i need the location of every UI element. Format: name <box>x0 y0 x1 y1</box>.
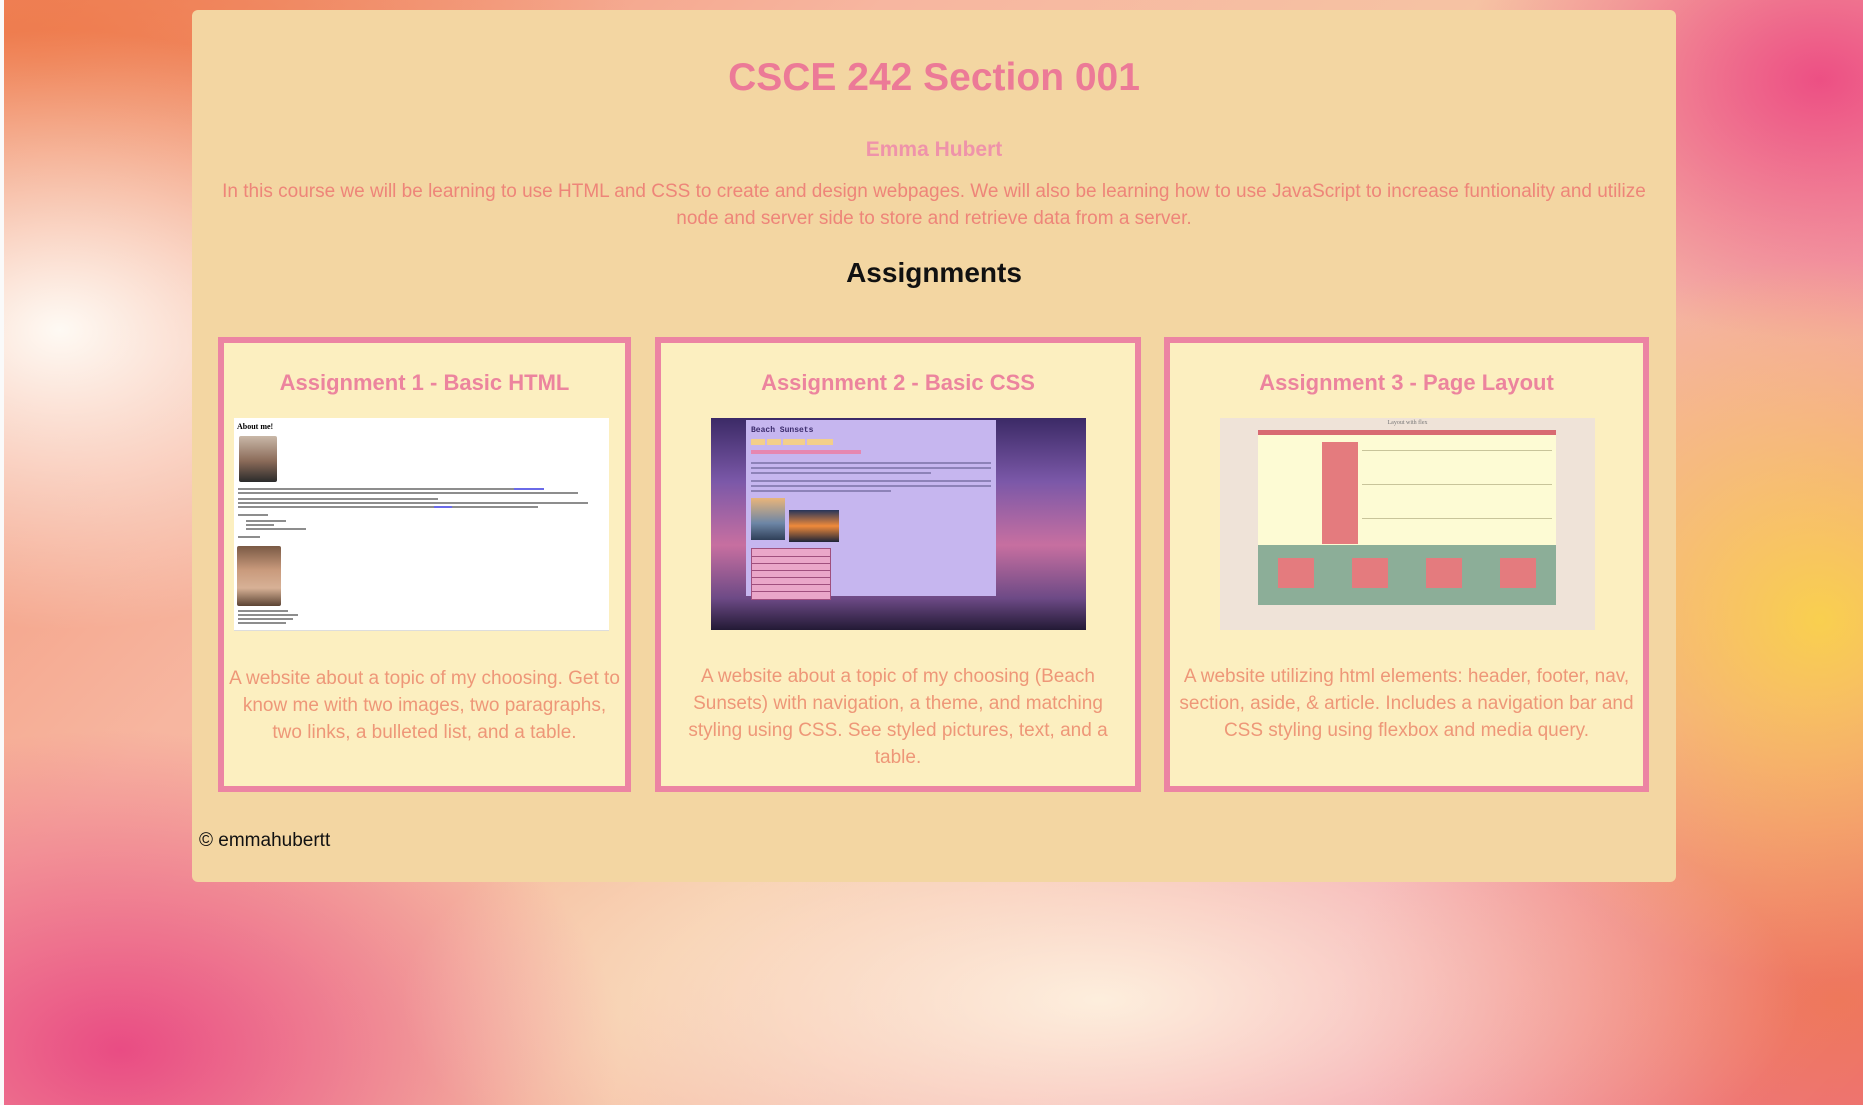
subheading-bar <box>751 450 861 454</box>
text-line <box>238 502 588 504</box>
sunset-photo <box>789 510 839 542</box>
nav-item <box>767 439 781 445</box>
table-row-line <box>752 584 830 585</box>
table-row-line <box>752 563 830 564</box>
text-link <box>514 488 544 490</box>
text-line <box>246 528 306 530</box>
page-footer: © emmahubertt <box>199 830 331 851</box>
assignment-2-title: Assignment 2 - Basic CSS <box>761 370 1035 395</box>
footer-box <box>1352 558 1388 588</box>
assignment-card-1[interactable]: Assignment 1 - Basic HTML About me! A we… <box>218 337 631 792</box>
assignment-3-description: A website utilizing html elements: heade… <box>1179 666 1634 741</box>
text-line <box>751 467 991 469</box>
friends-photo <box>237 546 281 606</box>
footer-box <box>1278 558 1314 588</box>
portrait-photo <box>239 436 277 482</box>
course-title: CSCE 242 Section 001 <box>728 56 1140 99</box>
text-line <box>246 520 286 522</box>
table-row-line <box>752 591 830 592</box>
text-line <box>238 614 298 616</box>
text-line <box>751 490 891 492</box>
text-line <box>238 506 538 508</box>
table-row-line <box>752 570 830 571</box>
assignment-3-thumbnail: Layout with flex <box>1220 418 1595 630</box>
nav-item <box>751 439 765 445</box>
window-left-edge <box>0 0 4 1105</box>
thumbnail-heading: Layout with flex <box>1387 420 1428 426</box>
course-intro: In this course we will be learning to us… <box>222 181 1646 229</box>
text-line <box>238 498 438 500</box>
text-line <box>238 536 260 538</box>
text-line <box>751 462 991 464</box>
layout-aside <box>1322 442 1358 544</box>
text-line <box>1362 450 1552 451</box>
text-line <box>1362 484 1552 485</box>
text-line <box>1362 518 1552 519</box>
assignment-1-description: A website about a topic of my choosing. … <box>229 668 620 743</box>
assignment-card-2[interactable]: Assignment 2 - Basic CSS Beach Sunsets A… <box>655 337 1141 792</box>
sunset-photo <box>751 498 785 540</box>
text-line <box>238 492 578 494</box>
text-line <box>238 610 288 612</box>
text-line <box>238 488 528 490</box>
assignment-1-title: Assignment 1 - Basic HTML <box>279 370 570 395</box>
assignment-card-3[interactable]: Assignment 3 - Page Layout Layout with f… <box>1164 337 1649 792</box>
author-name: Emma Hubert <box>865 138 1003 161</box>
thumbnail-heading: About me! <box>237 422 274 431</box>
footer-box <box>1426 558 1462 588</box>
assignment-3-title: Assignment 3 - Page Layout <box>1259 370 1554 395</box>
footer-box <box>1500 558 1536 588</box>
table-row-line <box>752 556 830 557</box>
assignments-heading: Assignments <box>846 257 1022 288</box>
layout-main <box>1258 435 1556 545</box>
text-link <box>434 506 452 508</box>
assignment-2-thumbnail: Beach Sunsets <box>711 418 1086 630</box>
thumbnail-heading: Beach Sunsets <box>751 426 814 435</box>
text-line <box>246 524 274 526</box>
sunset-table <box>751 548 831 600</box>
nav-item <box>807 439 833 445</box>
text-line <box>751 480 991 482</box>
text-line <box>238 618 293 620</box>
assignment-1-thumbnail: About me! <box>234 418 609 631</box>
text-line <box>751 485 991 487</box>
content-panel: CSCE 242 Section 001 Emma Hubert In this… <box>192 10 1676 882</box>
text-line <box>238 622 286 624</box>
text-line <box>751 472 931 474</box>
text-line <box>238 514 268 516</box>
assignment-2-description: A website about a topic of my choosing (… <box>688 666 1108 768</box>
table-row-line <box>752 577 830 578</box>
nav-item <box>783 439 805 445</box>
